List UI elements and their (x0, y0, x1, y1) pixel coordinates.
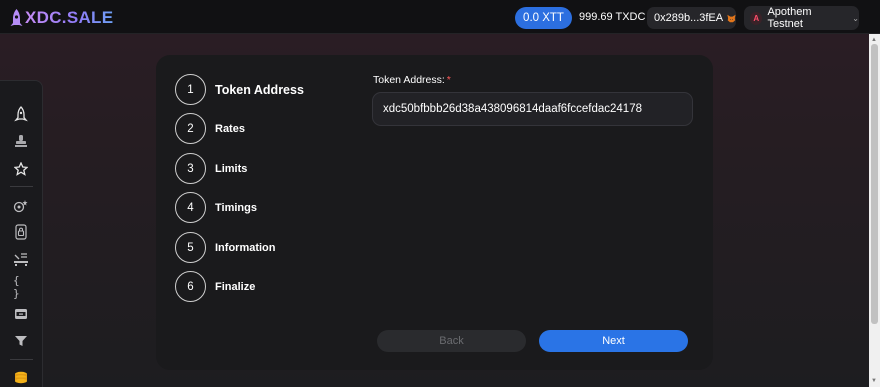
brand-name: XDC.SALE (25, 8, 114, 27)
wizard-step-3[interactable]: 3 Limits (175, 153, 247, 184)
metamask-fox-icon (727, 14, 736, 22)
chevron-down-icon: ⌄ (852, 13, 859, 23)
top-navbar: XDC.SALE 0.0 XTT 999.69 TXDC 0x289b...3f… (0, 0, 880, 34)
coin-stack-icon[interactable] (13, 370, 29, 386)
back-button[interactable]: Back (377, 330, 526, 352)
step-number: 1 (175, 74, 206, 105)
scrollbar-thumb[interactable] (871, 44, 878, 324)
scroll-down-arrow-icon[interactable]: ▼ (871, 378, 877, 384)
stamp-icon[interactable] (13, 133, 29, 149)
step-label: Rates (215, 122, 245, 135)
network-logo-icon: A (750, 11, 763, 25)
step-number: 5 (175, 232, 206, 263)
wizard-step-6[interactable]: 6 Finalize (175, 271, 255, 302)
step-label: Finalize (215, 280, 256, 293)
left-sidebar: { } (0, 80, 43, 387)
step-number: 6 (175, 271, 206, 302)
rocket-icon[interactable] (13, 106, 29, 122)
star-icon[interactable] (13, 161, 29, 177)
step-label: Information (215, 241, 276, 254)
wallet-address-text: 0x289b...3fEA (654, 12, 724, 24)
step-label: Timings (215, 201, 257, 214)
step-number: 4 (175, 192, 206, 223)
network-name: Apothem Testnet (767, 6, 812, 30)
wizard-step-5[interactable]: 5 Information (175, 232, 276, 263)
sidebar-divider (10, 186, 33, 187)
sidebar-divider (10, 359, 33, 360)
native-balance: 999.69 TXDC (579, 11, 646, 23)
scroll-up-arrow-icon[interactable]: ▲ (871, 37, 877, 43)
coins-gear-icon[interactable] (13, 198, 29, 214)
airdrop-icon[interactable] (13, 252, 29, 268)
step-number: 2 (175, 113, 206, 144)
step-number: 3 (175, 153, 206, 184)
wallet-address-button[interactable]: 0x289b...3fEA (647, 7, 736, 29)
code-braces-icon[interactable]: { } (13, 274, 29, 300)
network-selector[interactable]: A Apothem Testnet ⌄ (744, 6, 859, 30)
wizard-step-4[interactable]: 4 Timings (175, 192, 257, 223)
token-address-label-text: Token Address: (373, 74, 445, 86)
wizard-step-1[interactable]: 1 Token Address (175, 74, 304, 105)
rocket-logo-icon (10, 9, 23, 26)
wizard-step-2[interactable]: 2 Rates (175, 113, 245, 144)
token-address-label: Token Address: * (373, 74, 451, 86)
filter-icon[interactable] (13, 333, 29, 349)
lock-icon[interactable] (13, 224, 29, 240)
brand-logo[interactable]: XDC.SALE (10, 8, 113, 28)
token-balance-button[interactable]: 0.0 XTT (515, 7, 572, 29)
required-asterisk: * (446, 74, 451, 86)
next-button[interactable]: Next (539, 330, 688, 352)
step-label: Token Address (215, 82, 304, 97)
inbox-icon[interactable] (13, 306, 29, 322)
step-label: Limits (215, 162, 248, 175)
token-address-input[interactable] (372, 92, 693, 126)
